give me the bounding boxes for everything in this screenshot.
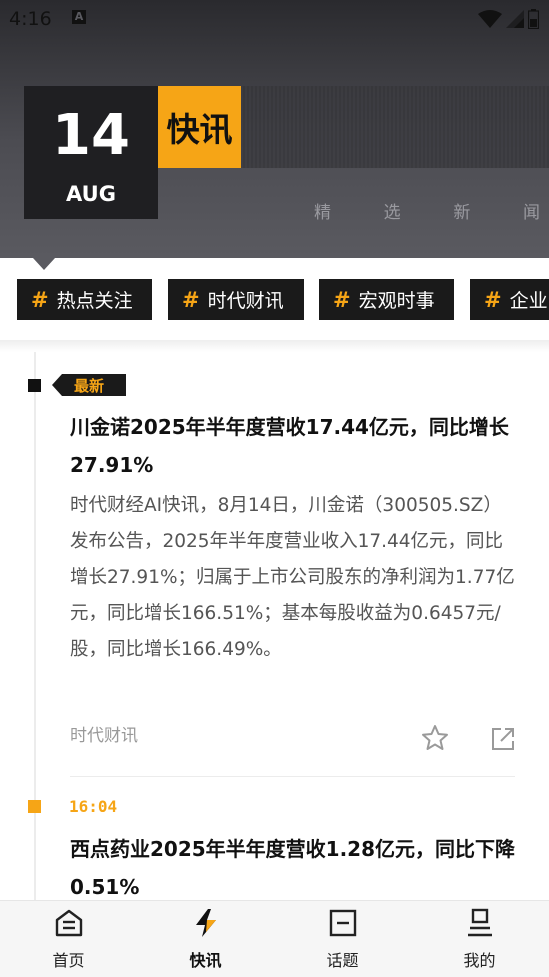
tag-label: 时代财讯 (207, 290, 284, 312)
hash-icon: # (182, 287, 200, 312)
news-divider (70, 776, 515, 777)
nav-flash[interactable]: 快讯 (137, 901, 274, 977)
nav-label: 首页 (52, 951, 85, 970)
tag-times-finance[interactable]: # 时代财讯 (168, 279, 304, 320)
app-notification-icon: A (72, 10, 86, 24)
status-bar: 4:16 A (0, 0, 549, 38)
bottom-nav: 首页 快讯 话题 我的 (0, 900, 549, 977)
nav-topics[interactable]: 话题 (274, 901, 411, 977)
tags-divider (0, 340, 549, 352)
tag-hot-focus[interactable]: # 热点关注 (17, 279, 152, 320)
news-title[interactable]: 川金诺2025年半年度营收17.44亿元，同比增长27.91% (70, 408, 520, 484)
nav-home[interactable]: 首页 (0, 901, 137, 977)
hash-icon: # (31, 287, 49, 312)
timeline-line (34, 352, 36, 900)
timeline-marker (28, 379, 41, 392)
subtitle-char: 精 (314, 203, 331, 223)
tag-label: 热点关注 (56, 290, 133, 312)
tag-label: 企业 (509, 290, 548, 312)
date-month: AUG (66, 182, 116, 206)
status-time: 4:16 (9, 8, 52, 30)
header: 4:16 A 14 AUG 快讯 精 选 新 闻 (0, 0, 549, 258)
subtitle-char: 新 (453, 203, 471, 223)
subtitle-char: 选 (383, 203, 401, 223)
section-title: 快讯 (158, 86, 241, 168)
nav-profile[interactable]: 我的 (411, 901, 548, 977)
share-icon[interactable] (488, 724, 518, 754)
subtitle-char: 闻 (522, 203, 540, 223)
news-source: 时代财讯 (70, 726, 138, 746)
date-day: 14 (52, 103, 130, 168)
star-icon[interactable] (420, 723, 450, 753)
lightning-icon (195, 909, 216, 937)
date-box: 14 AUG (24, 86, 158, 219)
nav-label: 话题 (326, 951, 359, 970)
signal-icon (506, 10, 524, 28)
profile-icon (467, 908, 492, 937)
latest-badge: 最新 (52, 374, 126, 396)
header-decorative-stripe (241, 86, 549, 168)
nav-label: 快讯 (189, 951, 222, 970)
tag-label: 宏观时事 (358, 290, 435, 312)
battery-icon (528, 9, 539, 29)
news-title[interactable]: 西点药业2025年半年度营收1.28亿元，同比下降0.51% (70, 830, 520, 906)
home-icon (55, 909, 82, 937)
nav-label: 我的 (463, 951, 496, 970)
news-body[interactable]: 时代财经AI快讯，8月14日，川金诺（300505.SZ）发布公告，2025年半… (70, 488, 516, 668)
tag-bar[interactable]: # 热点关注 # 时代财讯 # 宏观时事 # 企业 (0, 279, 549, 321)
tag-macro-news[interactable]: # 宏观时事 (319, 279, 454, 320)
wifi-icon (478, 10, 502, 28)
news-time: 16:04 (69, 797, 118, 816)
header-pointer (33, 258, 55, 270)
status-icons (478, 9, 539, 29)
topic-icon (329, 909, 356, 937)
timeline-marker (28, 800, 41, 813)
hash-icon: # (333, 287, 351, 312)
header-subtitle: 精 选 新 闻 (314, 198, 540, 224)
tag-enterprise[interactable]: # 企业 (470, 279, 549, 320)
hash-icon: # (484, 287, 502, 312)
